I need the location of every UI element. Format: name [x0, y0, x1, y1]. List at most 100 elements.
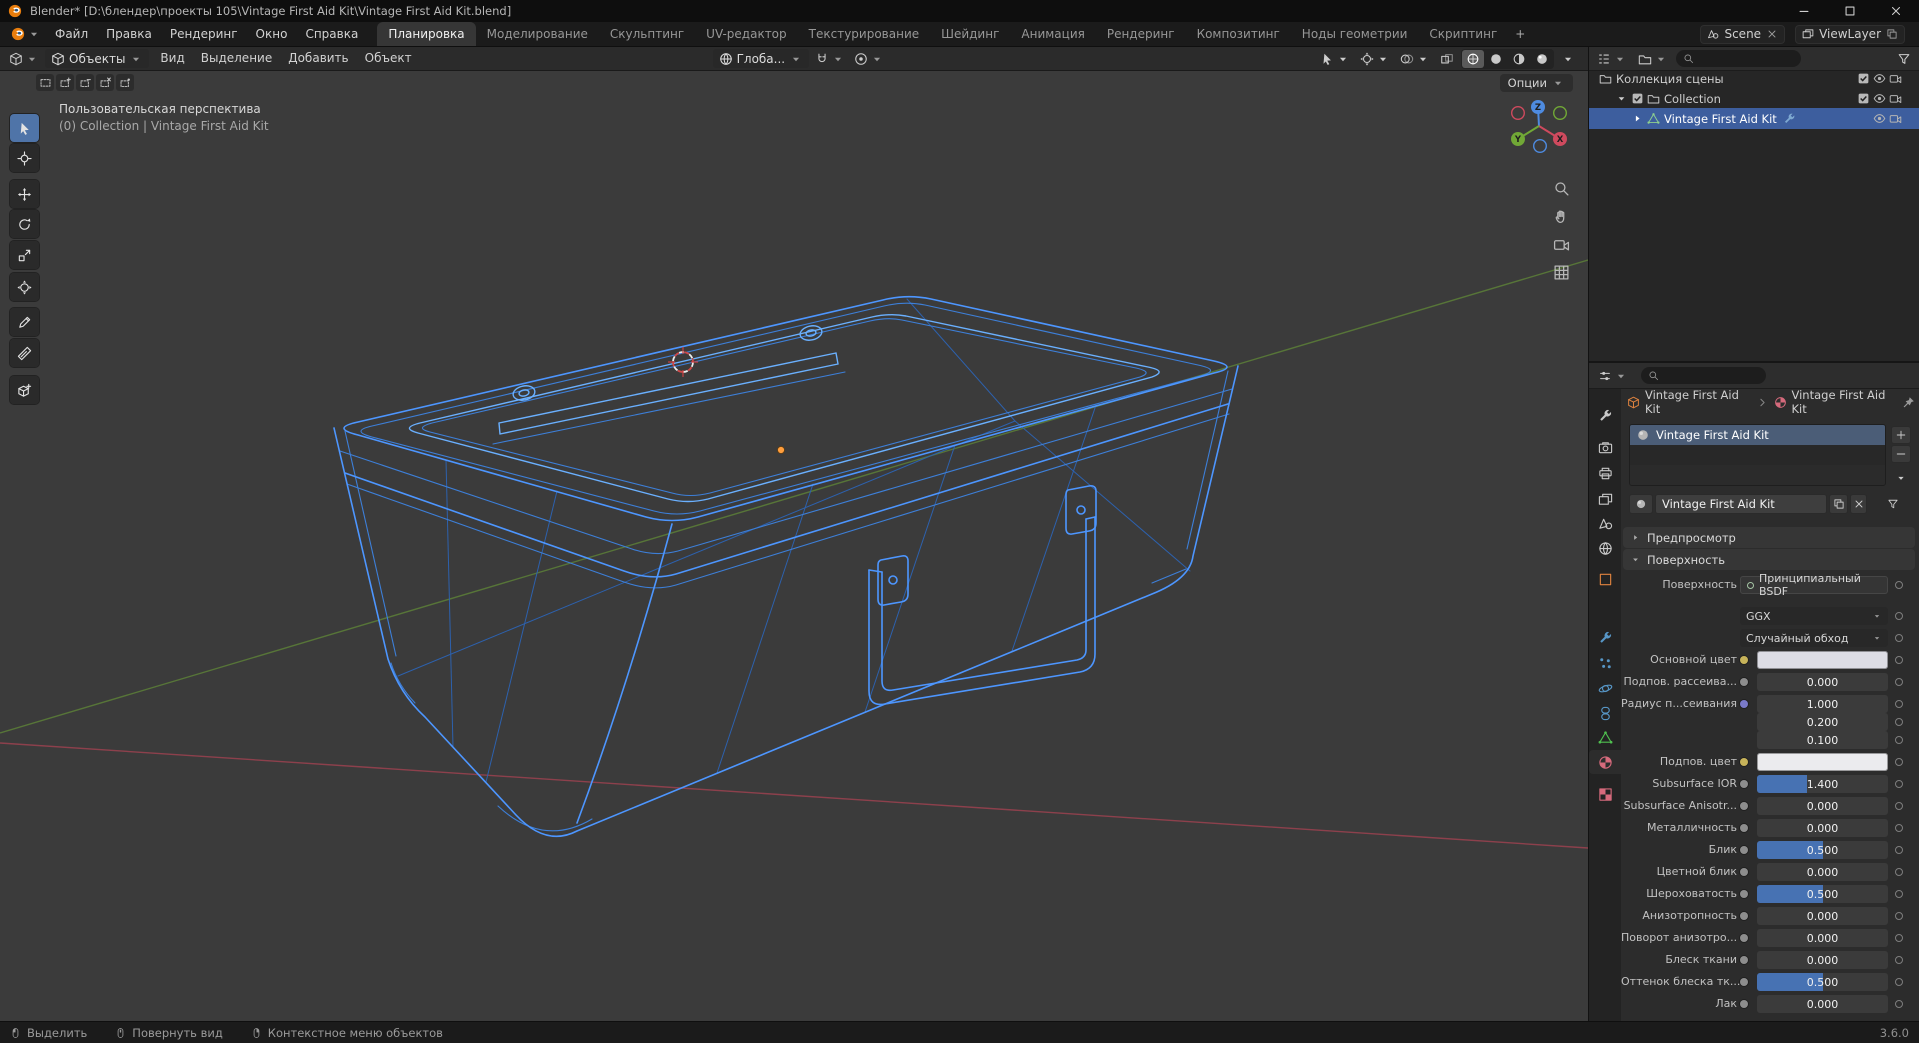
viewport-hand-button[interactable] — [1552, 207, 1570, 225]
properties-tab-scene[interactable] — [1589, 511, 1621, 535]
viewport-toggle-pointer[interactable] — [1317, 49, 1353, 68]
proportional-edit-button[interactable] — [851, 49, 887, 68]
shading-dropdown-button[interactable] — [1558, 49, 1578, 68]
decorator-dot[interactable] — [1895, 868, 1903, 876]
gizmo-minus-y-axis[interactable] — [1553, 105, 1568, 121]
tool-rotate[interactable] — [10, 210, 39, 238]
decorator-dot[interactable] — [1895, 656, 1903, 664]
properties-tab-constraints[interactable] — [1589, 701, 1621, 725]
workspace-tab-6[interactable]: Анимация — [1010, 22, 1095, 46]
outliner-item-label[interactable]: Коллекция сцены — [1616, 72, 1724, 86]
tool-add-cube[interactable] — [10, 376, 39, 404]
workspace-tab-3[interactable]: UV-редактор — [695, 22, 797, 46]
workspace-tab-10[interactable]: Скриптинг — [1418, 22, 1508, 46]
outliner-search-input[interactable] — [1698, 51, 1794, 66]
viewlayer-selector[interactable]: ViewLayer — [1795, 24, 1905, 44]
node-socket-dot[interactable] — [1740, 656, 1748, 664]
viewlayer-new-holder[interactable] — [1886, 28, 1898, 40]
node-socket-dot[interactable] — [1740, 1000, 1748, 1008]
shading-solid-button[interactable] — [1485, 50, 1507, 68]
node-socket-dot[interactable] — [1740, 956, 1748, 964]
properties-tab-output[interactable] — [1589, 461, 1621, 485]
prop-value-slider[interactable]: 0.000 — [1757, 863, 1888, 881]
outliner-item-label[interactable]: Vintage First Aid Kit — [1664, 112, 1777, 126]
viewport-menu-0[interactable]: Вид — [152, 47, 192, 70]
node-socket-dot[interactable] — [1740, 912, 1748, 920]
properties-tab-render[interactable] — [1589, 435, 1621, 459]
first-aid-kit-wireframe[interactable] — [333, 295, 1239, 838]
properties-tab-particles[interactable] — [1589, 651, 1621, 675]
properties-tab-tool[interactable] — [1589, 403, 1621, 427]
shading-rendered-button[interactable] — [1531, 50, 1553, 68]
workspace-tab-7[interactable]: Рендеринг — [1096, 22, 1186, 46]
tool-annotate[interactable] — [10, 308, 39, 336]
row-camera-front-toggle[interactable] — [1887, 112, 1903, 125]
properties-tab-data[interactable] — [1589, 725, 1621, 749]
disclosure-closed-icon-holder[interactable] — [1629, 112, 1645, 125]
prop-value-slider[interactable]: 0.500 — [1757, 885, 1888, 903]
properties-tab-physics[interactable] — [1589, 676, 1621, 700]
viewport-camera-button[interactable] — [1552, 235, 1570, 253]
viewport-grid-button[interactable] — [1552, 263, 1570, 281]
decorator-dot[interactable] — [1895, 934, 1903, 942]
prop-value-slider[interactable]: 1.400 — [1757, 775, 1888, 793]
topbar-menu-0[interactable]: Файл — [46, 22, 97, 46]
viewport-menu-3[interactable]: Объект — [357, 47, 420, 70]
navigation-gizmo[interactable]: Z X Y — [1509, 96, 1571, 158]
row-eye-toggle[interactable] — [1871, 92, 1887, 105]
decorator-dot[interactable] — [1895, 978, 1903, 986]
decorator-dot[interactable] — [1895, 718, 1903, 726]
node-socket-dot[interactable] — [1740, 868, 1748, 876]
outliner-item-label[interactable]: Collection — [1664, 92, 1721, 106]
workspace-tab-5[interactable]: Шейдинг — [930, 22, 1010, 46]
viewport-toggle-overlays[interactable] — [1397, 49, 1433, 68]
close-button[interactable] — [1873, 0, 1919, 22]
tool-move[interactable] — [10, 180, 39, 208]
topbar-menu-1[interactable]: Правка — [97, 22, 161, 46]
snap-toggle-button[interactable] — [812, 49, 848, 68]
scene-selector[interactable]: Scene — [1700, 24, 1786, 44]
prop-color-swatch[interactable] — [1757, 651, 1888, 669]
prop-value-slider[interactable]: 0.200 — [1757, 713, 1888, 731]
prop-value-slider[interactable]: 0.000 — [1757, 797, 1888, 815]
node-socket-dot[interactable] — [1740, 978, 1748, 986]
editor-type-button[interactable] — [6, 49, 42, 68]
outliner-row-1[interactable]: Collection — [1589, 88, 1919, 109]
decorator-dot[interactable] — [1895, 780, 1903, 788]
topbar-menu-3[interactable]: Окно — [247, 22, 297, 46]
tool-transform[interactable] — [10, 273, 39, 301]
node-socket-dot[interactable] — [1740, 846, 1748, 854]
prop-enum-dropdown[interactable]: Случайный обход — [1740, 629, 1888, 647]
topbar-menu-2[interactable]: Рендеринг — [161, 22, 247, 46]
prop-value-slider[interactable]: 0.500 — [1757, 973, 1888, 991]
maximize-button[interactable] — [1827, 0, 1873, 22]
outliner-display-mode-button[interactable] — [1635, 49, 1671, 68]
gizmo-minus-z-axis[interactable] — [1533, 139, 1548, 154]
decorator-dot[interactable] — [1895, 612, 1903, 620]
viewport-toggle-xray[interactable] — [1437, 49, 1457, 68]
row-eye-toggle[interactable] — [1871, 112, 1887, 125]
row-camera-front-toggle[interactable] — [1887, 92, 1903, 105]
decorator-dot[interactable] — [1895, 736, 1903, 744]
viewport-zoom-button[interactable] — [1552, 179, 1570, 197]
select-new-button[interactable] — [36, 74, 54, 91]
outliner-editor-type-button[interactable] — [1594, 49, 1630, 68]
viewport-menu-1[interactable]: Выделение — [193, 47, 280, 70]
prop-value-slider[interactable]: 1.000 — [1757, 695, 1888, 713]
tool-measure[interactable] — [10, 339, 39, 367]
decorator-dot[interactable] — [1895, 1000, 1903, 1008]
workspace-tab-4[interactable]: Текстурирование — [798, 22, 930, 46]
row-checkbox-toggle[interactable] — [1855, 92, 1871, 105]
workspace-tab-8[interactable]: Композитинг — [1186, 22, 1291, 46]
workspace-tab-1[interactable]: Моделирование — [476, 22, 599, 46]
prop-value-slider[interactable]: 0.100 — [1757, 731, 1888, 749]
workspace-tab-0[interactable]: Планировка — [377, 22, 476, 46]
select-extend-button[interactable] — [56, 74, 74, 91]
orientation-dropdown[interactable]: Глоба... — [712, 49, 810, 68]
decorator-dot[interactable] — [1895, 758, 1903, 766]
prop-value-slider[interactable]: 0.000 — [1757, 907, 1888, 925]
properties-tab-world[interactable] — [1589, 536, 1621, 560]
outliner-filter-button[interactable] — [1894, 49, 1914, 68]
node-socket-dot[interactable] — [1740, 824, 1748, 832]
prop-value-slider[interactable]: 0.000 — [1757, 673, 1888, 691]
